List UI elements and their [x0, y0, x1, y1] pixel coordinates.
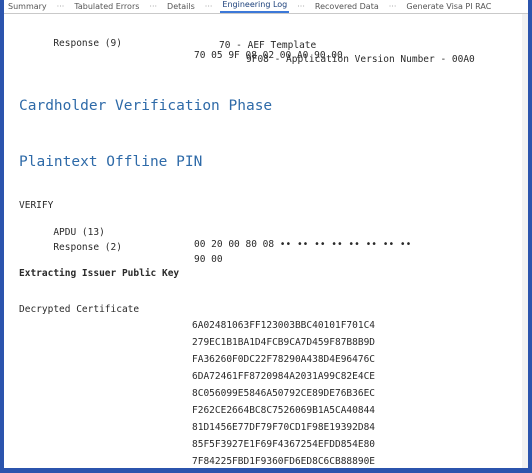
vertical-scrollbar[interactable] — [522, 14, 528, 468]
heading-plaintext-offline-pin: Plaintext Offline PIN — [19, 154, 203, 170]
tab-engineering-log[interactable]: Engineering Log — [220, 0, 290, 13]
cert-line: 8C056099E5846A50792CE89DE76B36EC — [192, 388, 376, 399]
tab-separator: ··· — [204, 2, 213, 11]
tab-separator: ··· — [149, 2, 158, 11]
tab-generate-visa-pi-rac[interactable]: Generate Visa PI RAC — [404, 2, 493, 13]
log-value: 00 20 00 80 08 •• •• •• •• •• •• •• •• — [194, 239, 412, 250]
cert-line: 81D1456E77DF79F70CD1F98E19392D84 — [192, 422, 376, 433]
engineering-log-panel: Response (9) 70 05 9F 08 02 00 A0 90 00 … — [19, 26, 528, 468]
heading-cardholder-verification-phase: Cardholder Verification Phase — [19, 98, 273, 114]
cert-line: 7F84225FBD1F9360FD6ED8C6CB88890E — [192, 456, 376, 467]
log-line-decrypted-certificate: Decrypted Certificate — [19, 304, 140, 315]
log-line-verify: VERIFY — [19, 200, 54, 211]
log-line-tag-70: 70 - AEF Template — [219, 40, 317, 51]
log-line-tag-9f08: 9F08 - Application Version Number - 00A0 — [246, 54, 475, 65]
log-line-extracting-issuer-key: Extracting Issuer Public Key — [19, 268, 180, 279]
tab-tabulated-errors[interactable]: Tabulated Errors — [72, 2, 141, 13]
tab-recovered-data[interactable]: Recovered Data — [313, 2, 381, 13]
cert-line: 85F5F3927E1F69F4367254EFDD854E80 — [192, 439, 376, 450]
tab-bar: Summary ··· Tabulated Errors ··· Details… — [4, 0, 528, 14]
log-value: 90 00 — [194, 254, 223, 265]
cert-line: F262CE2664BC8C7526069B1A5CA40844 — [192, 405, 376, 416]
tab-details[interactable]: Details — [165, 2, 197, 13]
tab-separator: ··· — [388, 2, 397, 11]
tab-separator: ··· — [297, 2, 305, 11]
cert-line: 279EC1B1BA1D4FCB9CA7D459F87B8B9D — [192, 337, 376, 348]
tab-summary[interactable]: Summary — [6, 2, 49, 13]
cert-line: FA36260F0DC22F78290A438D4E96476C — [192, 354, 376, 365]
log-line-response-9: Response (9) 70 05 9F 08 02 00 A0 90 00 — [19, 26, 342, 74]
cert-line: 6A02481063FF123003BBC40101F701C4 — [192, 320, 376, 331]
tab-separator: ··· — [56, 2, 65, 11]
cert-line: 6DA72461FF8720984A2031A99C82E4CE — [192, 371, 376, 382]
log-label: Response (9) — [53, 38, 122, 49]
log-label: Response (2) — [53, 242, 122, 253]
application-window: Summary ··· Tabulated Errors ··· Details… — [4, 0, 528, 468]
